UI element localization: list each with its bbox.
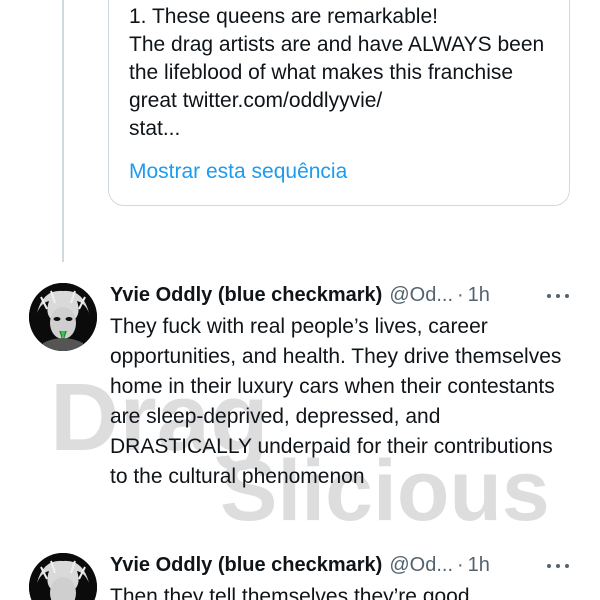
tweet[interactable]: Yvie Oddly (blue checkmark) @Od... · 1h … <box>0 550 600 600</box>
avatar[interactable] <box>29 553 97 600</box>
tweet-header: Yvie Oddly (blue checkmark) @Od... · 1h <box>110 552 490 578</box>
tweet-header: Yvie Oddly (blue checkmark) @Od... · 1h <box>110 282 490 308</box>
tweet[interactable]: Yvie Oddly (blue checkmark) @Od... · 1h … <box>0 280 600 540</box>
author-name[interactable]: Yvie Oddly (blue checkmark) <box>110 554 382 577</box>
tweet-text: They fuck with real people’s lives, care… <box>110 315 562 488</box>
show-thread-link[interactable]: Mostrar esta sequência <box>129 158 347 186</box>
tweet-text: Then they tell themselves they’re good <box>110 585 470 600</box>
author-name[interactable]: Yvie Oddly (blue checkmark) <box>110 284 382 307</box>
tweet-timestamp[interactable]: 1h <box>468 284 490 307</box>
timeline: 1. These queens are remarkable! The drag… <box>0 0 600 600</box>
quoted-tweet-text: 1. These queens are remarkable! The drag… <box>129 5 545 140</box>
header-separator: · <box>457 283 464 306</box>
author-handle[interactable]: @Od... <box>389 284 453 307</box>
tweet-timestamp[interactable]: 1h <box>468 554 490 577</box>
quoted-tweet-card[interactable]: 1. These queens are remarkable! The drag… <box>108 0 570 206</box>
more-horizontal-icon[interactable] <box>545 286 571 306</box>
author-handle[interactable]: @Od... <box>389 554 453 577</box>
thread-connector-line <box>62 0 64 262</box>
avatar[interactable] <box>29 283 97 351</box>
more-horizontal-icon[interactable] <box>545 556 571 576</box>
header-separator: · <box>457 553 464 576</box>
